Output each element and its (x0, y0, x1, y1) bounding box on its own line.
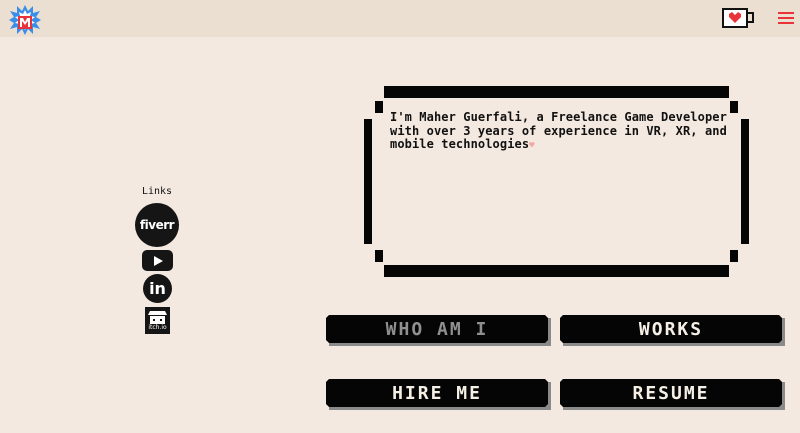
fiverr-link[interactable]: fiverr (135, 203, 179, 247)
works-label: WORKS (638, 318, 704, 340)
linkedin-link[interactable]: in (143, 274, 172, 303)
intro-sentence: I'm Maher Guerfali, a Freelance Game Dev… (390, 110, 727, 151)
hire-me-button[interactable]: HIRE ME (326, 379, 551, 410)
pixel-m-logo-icon[interactable] (9, 5, 41, 35)
itchio-label: itch.io (148, 324, 167, 331)
coffee-cup-heart-icon[interactable] (722, 8, 756, 28)
youtube-link[interactable] (142, 250, 173, 271)
hamburger-menu-icon[interactable] (778, 10, 794, 26)
typing-cursor-heart: ♥ (529, 141, 535, 151)
resume-button[interactable]: RESUME (560, 379, 785, 410)
who-am-i-button[interactable]: WHO AM I (326, 315, 551, 346)
who-am-i-label: WHO AM I (385, 318, 489, 340)
works-button[interactable]: WORKS (560, 315, 785, 346)
intro-text: I'm Maher Guerfali, a Freelance Game Dev… (390, 110, 730, 154)
links-title: Links (141, 186, 173, 197)
hire-me-label: HIRE ME (392, 382, 482, 404)
fiverr-label: fiverr (139, 218, 175, 232)
youtube-play-icon (153, 255, 163, 266)
header-bar (0, 0, 800, 37)
itchio-link[interactable]: itch.io (145, 307, 170, 334)
resume-label: RESUME (632, 382, 710, 404)
linkedin-label: in (149, 279, 166, 298)
